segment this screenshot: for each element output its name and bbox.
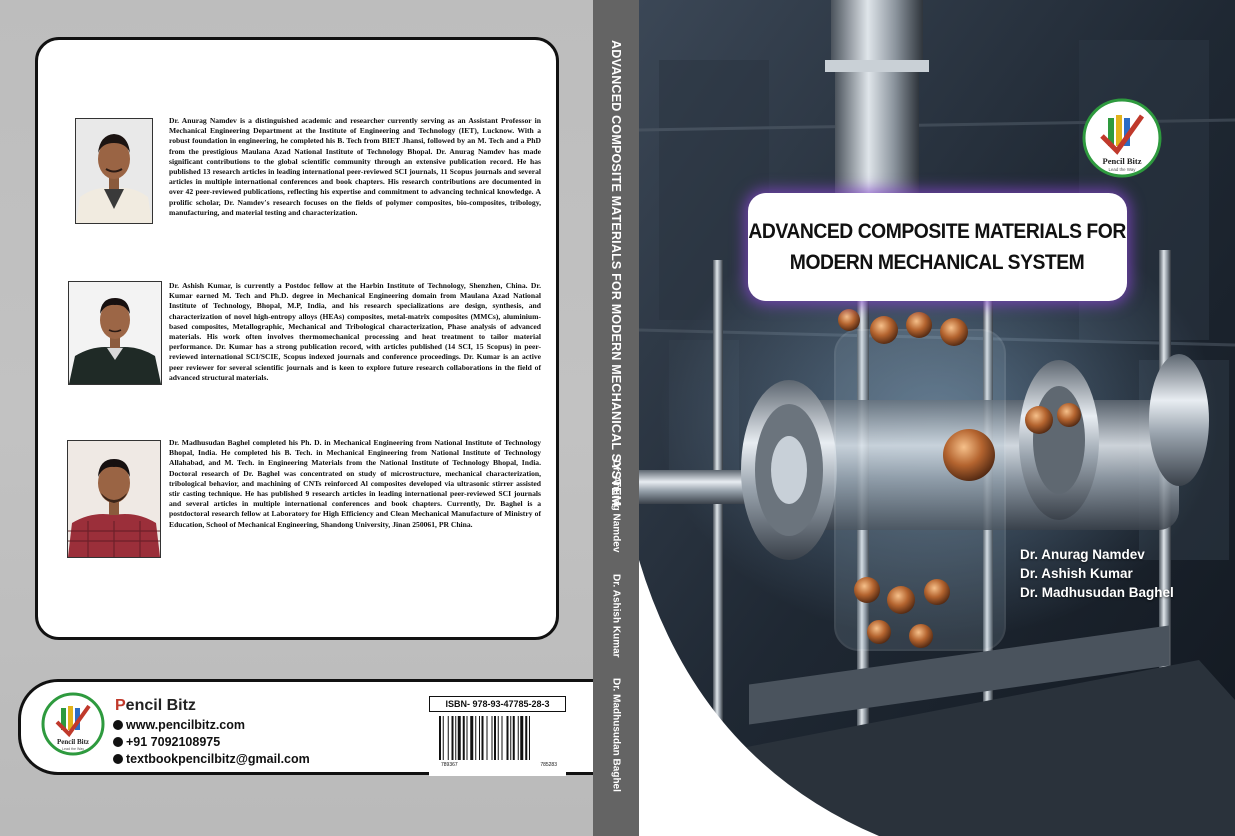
author-photo-kumar (68, 281, 162, 385)
isbn-label: ISBN- 978-93-47785-28-3 (429, 696, 566, 712)
svg-text:Pencil Bitz: Pencil Bitz (57, 738, 89, 746)
author-1: Dr. Anurag Namdev (1020, 547, 1145, 562)
bio-text-kumar: Dr. Ashish Kumar, is currently a Postdoc… (169, 281, 541, 382)
bio-text-baghel: Dr. Madhusudan Baghel completed his Ph. … (169, 438, 541, 529)
author-list: Dr. Anurag Namdev Dr. Ashish Kumar Dr. M… (1020, 545, 1174, 602)
pencil-bitz-logo: Pencil Bitz Lead the Way (41, 692, 105, 756)
author-bios-panel: Dr. Anurag Namdev is a distinguished aca… (35, 37, 559, 640)
book-cover-spread: Dr. Anurag Namdev is a distinguished aca… (0, 0, 1235, 836)
svg-text:Lead the Way: Lead the Way (1109, 167, 1137, 172)
book-title-line-1: ADVANCED COMPOSITE MATERIALS FOR (748, 220, 1127, 243)
spine-author-2: Dr. Ashish Kumar (610, 574, 622, 658)
author-3: Dr. Madhusudan Baghel (1020, 585, 1174, 600)
spine-title: ADVANCED COMPOSITE MATERIALS FOR MODERN … (609, 40, 623, 507)
publisher-panel: Pencil Bitz Lead the Way Pencil Bitz www… (18, 679, 593, 776)
spine: ADVANCED COMPOSITE MATERIALS FOR MODERN … (593, 0, 639, 836)
isbn-barcode-block: ISBN- 978-93-47785-28-3 789367 785283 (429, 696, 566, 776)
phone-icon (113, 737, 123, 747)
svg-text:Pencil Bitz: Pencil Bitz (1103, 156, 1142, 166)
bio-text-namdev: Dr. Anurag Namdev is a distinguished aca… (169, 116, 541, 217)
barcode-digits: 789367 785283 (441, 762, 557, 768)
spine-author-1: Dr. Anurag Namdev (610, 460, 622, 553)
publisher-name: Pencil Bitz (115, 697, 196, 714)
spine-author-3: Dr. Madhusudan Baghel (610, 678, 622, 792)
back-cover: Dr. Anurag Namdev is a distinguished aca… (0, 0, 593, 836)
svg-text:Lead the Way: Lead the Way (62, 747, 84, 751)
author-photo-namdev (75, 118, 153, 224)
publisher-email[interactable]: textbookpencilbitz@gmail.com (113, 752, 310, 766)
publisher-website[interactable]: www.pencilbitz.com (113, 718, 245, 732)
title-box: ADVANCED COMPOSITE MATERIALS FOR MODERN … (748, 193, 1127, 301)
barcode (439, 716, 530, 760)
mail-icon (113, 754, 123, 764)
author-2: Dr. Ashish Kumar (1020, 566, 1133, 581)
author-photo-baghel (67, 440, 161, 558)
book-title-line-2: MODERN MECHANICAL SYSTEM (790, 251, 1085, 274)
publisher-phone[interactable]: +91 7092108975 (113, 735, 220, 749)
globe-icon (113, 720, 123, 730)
pencil-bitz-logo-front: Pencil Bitz Lead the Way (1082, 98, 1162, 178)
front-cover: Pencil Bitz Lead the Way ADVANCED COMPOS… (639, 0, 1235, 836)
